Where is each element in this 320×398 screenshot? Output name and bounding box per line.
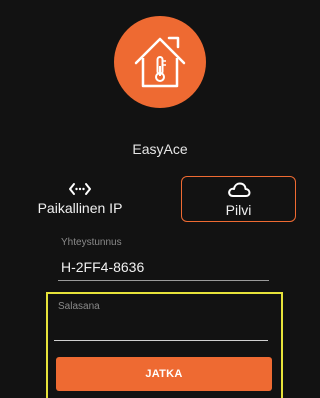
mode-cloud-button[interactable]: Pilvi <box>181 176 296 222</box>
connection-id-label: Yhteystunnus <box>61 237 122 248</box>
password-underline <box>54 340 268 341</box>
connection-id-field[interactable]: H-2FF4-8636 <box>61 259 144 275</box>
mode-local-label: Paikallinen IP <box>37 200 123 216</box>
app-logo <box>114 16 206 108</box>
mode-local-ip-button[interactable]: Paikallinen IP <box>16 176 144 222</box>
connection-id-underline <box>58 280 269 281</box>
cloud-icon <box>182 179 295 201</box>
house-thermometer-icon <box>134 36 186 88</box>
continue-button[interactable]: JATKA <box>56 357 272 391</box>
password-field[interactable] <box>54 316 268 340</box>
mode-cloud-label: Pilvi <box>225 202 252 218</box>
network-arrows-icon <box>16 178 144 200</box>
password-label: Salasana <box>58 301 100 312</box>
app-name: EasyAce <box>132 141 188 157</box>
login-screen: EasyAce Paikallinen IP Pilvi Yhteystunnu… <box>0 0 320 398</box>
